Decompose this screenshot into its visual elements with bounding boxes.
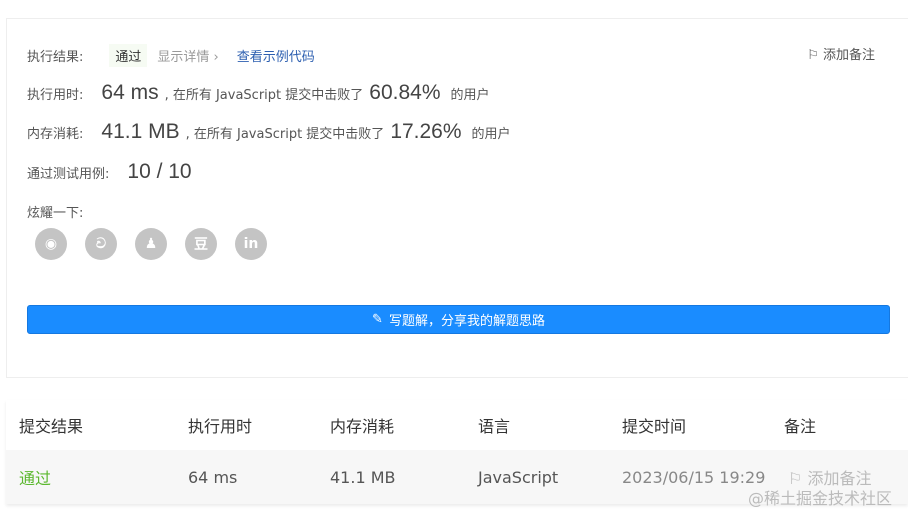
douban-icon[interactable]: 豆	[185, 228, 217, 260]
share-label: 炫耀一下:	[27, 206, 84, 221]
row-language: JavaScript	[478, 467, 559, 487]
flag-icon: ⚐	[807, 48, 819, 63]
status-badge: 通过	[109, 44, 148, 67]
show-details-link[interactable]: 显示详情 ›	[157, 46, 218, 65]
sample-code-link[interactable]: 查看示例代码	[237, 46, 315, 65]
add-note-button[interactable]: ⚐ 添加备注	[807, 44, 875, 63]
table-header: 提交结果 执行用时 内存消耗 语言 提交时间 备注	[6, 400, 908, 450]
row-runtime: 64 ms	[188, 467, 238, 487]
memory-percent: 17.26%	[390, 120, 462, 143]
runtime-percent: 60.84%	[369, 81, 441, 104]
header-note: 备注	[784, 417, 817, 436]
memory-value: 41.1 MB	[101, 120, 180, 143]
memory-suffix: 的用户	[471, 127, 511, 142]
qq-icon[interactable]: ♟	[135, 228, 167, 260]
row-time: 2023/06/15 19:29	[622, 467, 766, 487]
tests-label: 通过测试用例:	[27, 167, 110, 182]
memory-row: 内存消耗: 41.1 MB , 在所有 JavaScript 提交中击败了 17…	[27, 120, 511, 144]
tests-value: 10 / 10	[127, 160, 192, 183]
header-status: 提交结果	[19, 417, 84, 436]
linkedin-icon[interactable]: in	[235, 228, 267, 260]
write-solution-button[interactable]: ✎ 写题解，分享我的解题思路	[27, 305, 890, 334]
result-row: 执行结果: 通过 显示详情 › 查看示例代码	[27, 44, 315, 67]
runtime-row: 执行用时: 64 ms , 在所有 JavaScript 提交中击败了 60.8…	[27, 81, 490, 105]
write-solution-label: 写题解，分享我的解题思路	[388, 314, 545, 329]
tests-row: 通过测试用例: 10 / 10	[27, 160, 198, 184]
runtime-text: , 在所有 JavaScript 提交中击败了	[164, 88, 364, 103]
header-language: 语言	[478, 417, 511, 436]
pencil-icon: ✎	[372, 312, 383, 327]
runtime-value: 64 ms	[101, 81, 159, 104]
memory-text: , 在所有 JavaScript 提交中击败了	[185, 127, 385, 142]
add-note-label: 添加备注	[822, 48, 875, 63]
runtime-suffix: 的用户	[450, 88, 490, 103]
row-memory: 41.1 MB	[330, 467, 396, 487]
runtime-label: 执行用时:	[27, 88, 84, 103]
header-memory: 内存消耗	[330, 417, 395, 436]
row-status-link[interactable]: 通过	[19, 465, 51, 489]
result-label: 执行结果:	[27, 50, 84, 65]
share-row: 炫耀一下:	[27, 202, 83, 221]
weibo-icon[interactable]: ව	[85, 228, 117, 260]
header-runtime: 执行用时	[188, 417, 253, 436]
wechat-icon[interactable]: ◉	[35, 228, 67, 260]
memory-label: 内存消耗:	[27, 127, 84, 142]
header-time: 提交时间	[622, 417, 687, 436]
watermark: @稀土掘金技术社区	[747, 489, 892, 508]
result-card: 执行结果: 通过 显示详情 › 查看示例代码 ⚐ 添加备注 执行用时: 64 m…	[6, 18, 908, 378]
